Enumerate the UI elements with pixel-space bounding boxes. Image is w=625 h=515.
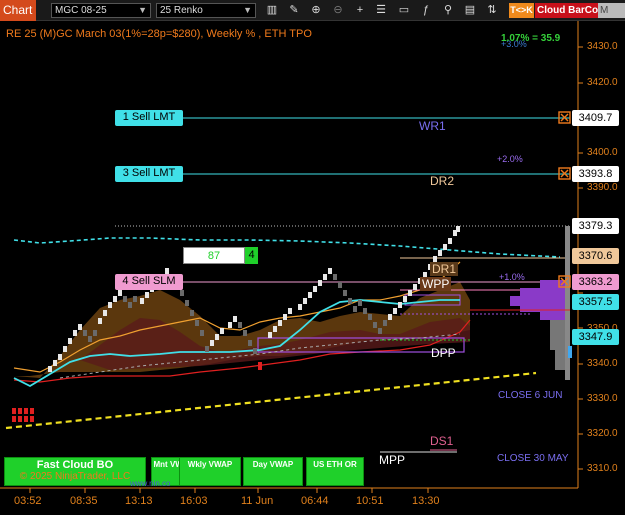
price-tick-label: 3340.0 <box>587 358 618 369</box>
time-ticks <box>29 488 429 493</box>
position-pnl-box[interactable]: 87 <box>183 247 245 264</box>
barcol-label: BarCol <box>568 5 601 16</box>
weekly-pct-label: 1.07% = 35.9 <box>501 33 561 44</box>
orders-panel-icon[interactable]: ▤ <box>462 3 478 18</box>
zoom-in-icon[interactable]: ⊕ <box>308 3 324 18</box>
chart-trader-icon[interactable]: ⇅ <box>484 3 500 18</box>
wr1-label: WR1 <box>419 119 446 133</box>
us-eth-or-button[interactable]: US ETH OR <box>306 457 364 486</box>
ichimoku-cloud <box>14 282 470 378</box>
pct-2-label: +2.0% <box>497 154 523 164</box>
price-tick-label: 3330.0 <box>587 393 618 404</box>
cloud-barcol-button[interactable]: Cloud BarCol <box>535 3 603 18</box>
time-tick-label: 03:52 <box>14 495 42 507</box>
position-quantity[interactable]: 4 <box>245 247 258 264</box>
time-tick-label: 06:44 <box>301 495 329 507</box>
price-tick-label: 3390.0 <box>587 182 618 193</box>
fast-cloud-bo-button[interactable]: Fast Cloud BO © 2025 NinjaTrader, LLC <box>4 457 146 486</box>
price-marker-sell-slm: 3363.2 <box>572 274 619 290</box>
zoom-out-icon[interactable]: ⊖ <box>330 3 346 18</box>
mpp-label: MPP <box>379 453 406 467</box>
templates-icon[interactable]: ⚲ <box>440 3 456 18</box>
sell-limit-order-1[interactable]: 1 Sell LMT <box>115 110 183 126</box>
close-30-may-label: CLOSE 30 MAY <box>497 453 569 464</box>
dr1-label: DR1 <box>430 262 459 276</box>
monthly-vwap-line <box>13 237 561 258</box>
dr2-label: DR2 <box>430 174 455 188</box>
instrument-value: MGC 08-25 <box>55 5 107 16</box>
chart-window: Chart MGC 08-25 ▼ 25 Renko ▼ ▥ ✎ ⊕ ⊖ + ☰… <box>0 0 625 515</box>
price-marker-wr1: 3409.7 <box>572 110 619 126</box>
price-marker-dr2: 3393.8 <box>572 166 619 182</box>
ds1-label: DS1 <box>430 434 454 448</box>
trendline <box>5 371 537 430</box>
volume-profile <box>510 226 572 380</box>
price-marker-vwap-2: 3347.9 <box>572 329 619 345</box>
indicators-icon[interactable]: ƒ <box>418 3 434 18</box>
chart-toolbar: Chart MGC 08-25 ▼ 25 Renko ▼ ▥ ✎ ⊕ ⊖ + ☰… <box>0 0 625 21</box>
instrument-select[interactable]: MGC 08-25 ▼ <box>51 3 151 18</box>
copyright-text: © 2025 NinjaTrader, LLC <box>19 471 131 482</box>
chart-title: RE 25 (M)GC March 03(1%=28p=$280), Weekl… <box>6 28 312 40</box>
bar-type-value: 25 Renko <box>160 5 203 16</box>
fast-cloud-label: Fast Cloud BO <box>36 459 114 471</box>
dpp-label: DPP <box>431 346 456 360</box>
properties-icon[interactable]: ☰ <box>373 3 389 18</box>
draw-tool-icon[interactable]: ✎ <box>286 3 302 18</box>
price-tick-label: 3420.0 <box>587 77 618 88</box>
close-6-jun-label: CLOSE 6 JUN <box>498 390 563 401</box>
price-chart[interactable] <box>0 21 625 515</box>
strategies-icon[interactable]: ▭ <box>396 3 412 18</box>
chevron-down-icon: ▼ <box>138 5 147 15</box>
price-tick-label: 3320.0 <box>587 428 618 439</box>
price-tick-label: 3310.0 <box>587 463 618 474</box>
time-tick-label: 11 Jun <box>241 495 274 507</box>
pct-1-label: +1.0% <box>499 272 525 282</box>
day-vwap-button[interactable]: Day VWAP <box>243 457 303 486</box>
bar-type-select[interactable]: 25 Renko ▼ <box>156 3 256 18</box>
bar-chart-icon[interactable]: ▥ <box>264 3 280 18</box>
crosshair-icon[interactable]: + <box>352 3 368 18</box>
time-tick-label: 08:35 <box>70 495 98 507</box>
cloud-label: Cloud <box>537 5 566 16</box>
mvwap-button[interactable]: M VW <box>598 3 625 18</box>
price-marker-last: 3379.3 <box>572 218 619 234</box>
chevron-down-icon: ▼ <box>243 5 252 15</box>
price-marker-vwap: 3357.5 <box>572 294 619 310</box>
tenkan-kijun-button[interactable]: T<>K <box>509 3 534 18</box>
price-tick-label: 3400.0 <box>587 147 618 158</box>
price-marker-dr1: 3370.6 <box>572 248 619 264</box>
time-tick-label: 16:03 <box>180 495 208 507</box>
price-tick-label: 3430.0 <box>587 41 618 52</box>
watermark-url: www.nin.co <box>130 479 171 488</box>
wkly-vwap-button[interactable]: Wkly VWAP <box>179 457 241 486</box>
chart-menu-button[interactable]: Chart <box>0 0 36 21</box>
sell-stop-order-4[interactable]: 4 Sell SLM <box>115 274 183 290</box>
time-tick-label: 13:30 <box>412 495 440 507</box>
wpp-label: WPP <box>420 277 452 291</box>
time-tick-label: 10:51 <box>356 495 384 507</box>
time-tick-label: 13:13 <box>125 495 153 507</box>
sell-limit-order-3[interactable]: 3 Sell LMT <box>115 166 183 182</box>
